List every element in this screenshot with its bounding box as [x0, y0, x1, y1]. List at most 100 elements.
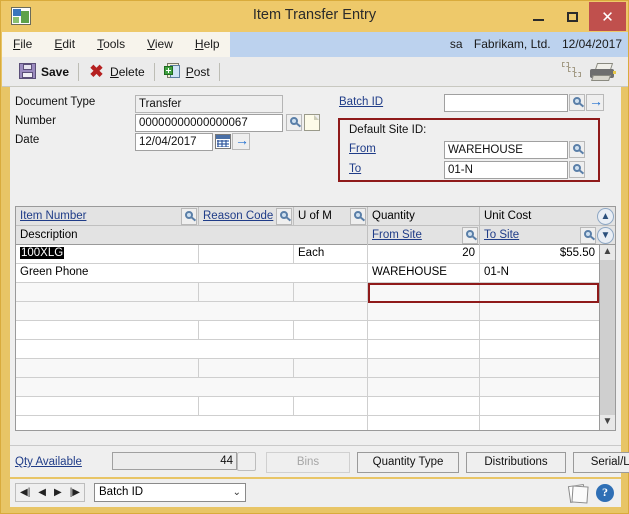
cell-unit-cost[interactable]	[480, 397, 599, 415]
first-record-icon[interactable]: ◀|	[20, 487, 30, 498]
copy-icon[interactable]	[562, 62, 586, 78]
cell-item-number[interactable]	[16, 397, 199, 415]
grid-col-item-number[interactable]: Item Number	[16, 207, 199, 226]
maximize-button[interactable]	[557, 1, 587, 32]
notes-icon[interactable]	[567, 483, 589, 504]
chevron-up-circle-icon[interactable]: ▲	[597, 208, 614, 225]
cell-from-site[interactable]	[368, 340, 480, 358]
cell-item-number[interactable]	[16, 283, 199, 301]
batch-id-lookup-icon[interactable]	[569, 94, 585, 111]
cell-quantity[interactable]	[368, 321, 480, 339]
menu-item-tools[interactable]: Tools	[86, 32, 136, 57]
cell-reason-code[interactable]	[199, 245, 294, 263]
cell-quantity[interactable]: 20	[368, 245, 480, 263]
to-site-lookup-icon[interactable]	[580, 227, 596, 244]
cell-unit-cost[interactable]	[480, 359, 599, 377]
cell-from-site[interactable]	[368, 416, 480, 430]
menu-item-help[interactable]: Help	[184, 32, 231, 57]
date-goto-icon[interactable]	[232, 132, 250, 150]
serial-lot-button[interactable]: Serial/Lot	[573, 452, 629, 473]
delete-button[interactable]: ✖ Delete	[81, 57, 152, 86]
default-site-from-lookup-icon[interactable]	[569, 141, 585, 158]
last-record-icon[interactable]: |▶	[70, 487, 80, 498]
calendar-icon[interactable]	[215, 134, 231, 149]
cell-uom[interactable]	[294, 321, 368, 339]
document-type-label: Document Type	[15, 96, 96, 108]
cell-to-site[interactable]: 01-N	[480, 264, 599, 282]
cell-unit-cost[interactable]	[480, 321, 599, 339]
cell-description[interactable]	[16, 378, 368, 396]
cell-uom[interactable]	[294, 397, 368, 415]
cell-uom[interactable]: Each	[294, 245, 368, 263]
default-site-from-input[interactable]: WAREHOUSE	[444, 141, 568, 159]
cell-description[interactable]	[16, 416, 368, 430]
cell-from-site[interactable]	[368, 378, 480, 396]
item-number-lookup-icon[interactable]	[181, 208, 197, 225]
cell-from-site[interactable]: WAREHOUSE	[368, 264, 480, 282]
cell-quantity[interactable]	[368, 359, 480, 377]
uom-lookup-icon[interactable]	[350, 208, 366, 225]
cell-reason-code[interactable]	[199, 321, 294, 339]
minimize-button[interactable]	[523, 1, 553, 32]
table-row[interactable]	[16, 397, 599, 416]
cell-to-site[interactable]	[480, 340, 599, 358]
cell-item-number[interactable]	[16, 321, 199, 339]
cell-item-number[interactable]	[16, 359, 199, 377]
date-input[interactable]: 12/04/2017	[135, 133, 213, 151]
batch-id-goto-icon[interactable]	[586, 93, 604, 111]
cell-uom[interactable]	[294, 283, 368, 301]
chevron-down-circle-icon[interactable]: ▼	[597, 227, 614, 244]
cell-reason-code[interactable]	[199, 397, 294, 415]
menu-item-view[interactable]: View	[136, 32, 184, 57]
default-site-to-label[interactable]: To	[349, 163, 361, 175]
cell-description[interactable]	[16, 340, 368, 358]
cell-to-site[interactable]	[480, 378, 599, 396]
menu-item-file[interactable]: File	[2, 32, 43, 57]
batch-id-label[interactable]: Batch ID	[339, 96, 383, 108]
quantity-type-button[interactable]: Quantity Type	[357, 452, 459, 473]
table-row[interactable]	[16, 302, 599, 321]
post-button[interactable]: Post	[157, 57, 217, 86]
cell-unit-cost[interactable]: $55.50	[480, 245, 599, 263]
cell-uom[interactable]	[294, 359, 368, 377]
cell-reason-code[interactable]	[199, 283, 294, 301]
default-site-to-input[interactable]: 01-N	[444, 161, 568, 179]
table-row[interactable]: 100XLG Each 20 $55.50	[16, 245, 599, 264]
number-lookup-icon[interactable]	[286, 114, 302, 131]
scroll-up-button[interactable]: ▲	[600, 245, 615, 260]
number-input[interactable]: 00000000000000067	[135, 114, 283, 132]
table-row[interactable]	[16, 416, 599, 430]
qty-available-label[interactable]: Qty Available	[15, 456, 82, 468]
batch-id-select[interactable]: Batch ID ⌄	[94, 483, 246, 502]
menu-item-edit[interactable]: Edit	[43, 32, 86, 57]
save-button[interactable]: Save	[12, 57, 76, 86]
next-record-icon[interactable]: ▶	[54, 487, 62, 498]
cell-description[interactable]	[16, 302, 368, 320]
cell-description[interactable]: Green Phone	[16, 264, 368, 282]
table-row[interactable]	[16, 321, 599, 340]
bins-button[interactable]: Bins	[266, 452, 350, 473]
help-icon[interactable]: ?	[596, 484, 614, 502]
cell-to-site[interactable]	[480, 302, 599, 320]
previous-record-icon[interactable]: ◀	[38, 487, 46, 498]
table-row[interactable]	[16, 340, 599, 359]
cell-from-site[interactable]	[368, 302, 480, 320]
default-site-to-lookup-icon[interactable]	[569, 161, 585, 178]
batch-id-input[interactable]	[444, 94, 568, 112]
table-row[interactable]	[16, 359, 599, 378]
reason-code-lookup-icon[interactable]	[276, 208, 292, 225]
close-button[interactable]: ✕	[589, 2, 626, 31]
distributions-button[interactable]: Distributions	[466, 452, 566, 473]
table-row[interactable]	[16, 378, 599, 397]
printer-icon[interactable]	[588, 63, 620, 81]
cell-reason-code[interactable]	[199, 359, 294, 377]
from-site-lookup-icon[interactable]	[462, 227, 478, 244]
scroll-down-button[interactable]: ▼	[600, 415, 615, 430]
new-document-icon[interactable]	[304, 114, 320, 131]
cell-quantity[interactable]	[368, 397, 480, 415]
table-row[interactable]: Green Phone WAREHOUSE 01-N	[16, 264, 599, 283]
cell-item-number[interactable]: 100XLG	[16, 245, 199, 263]
grid-scrollbar[interactable]: ▲ ▼	[599, 245, 615, 430]
cell-to-site[interactable]	[480, 416, 599, 430]
default-site-from-label[interactable]: From	[349, 143, 376, 155]
